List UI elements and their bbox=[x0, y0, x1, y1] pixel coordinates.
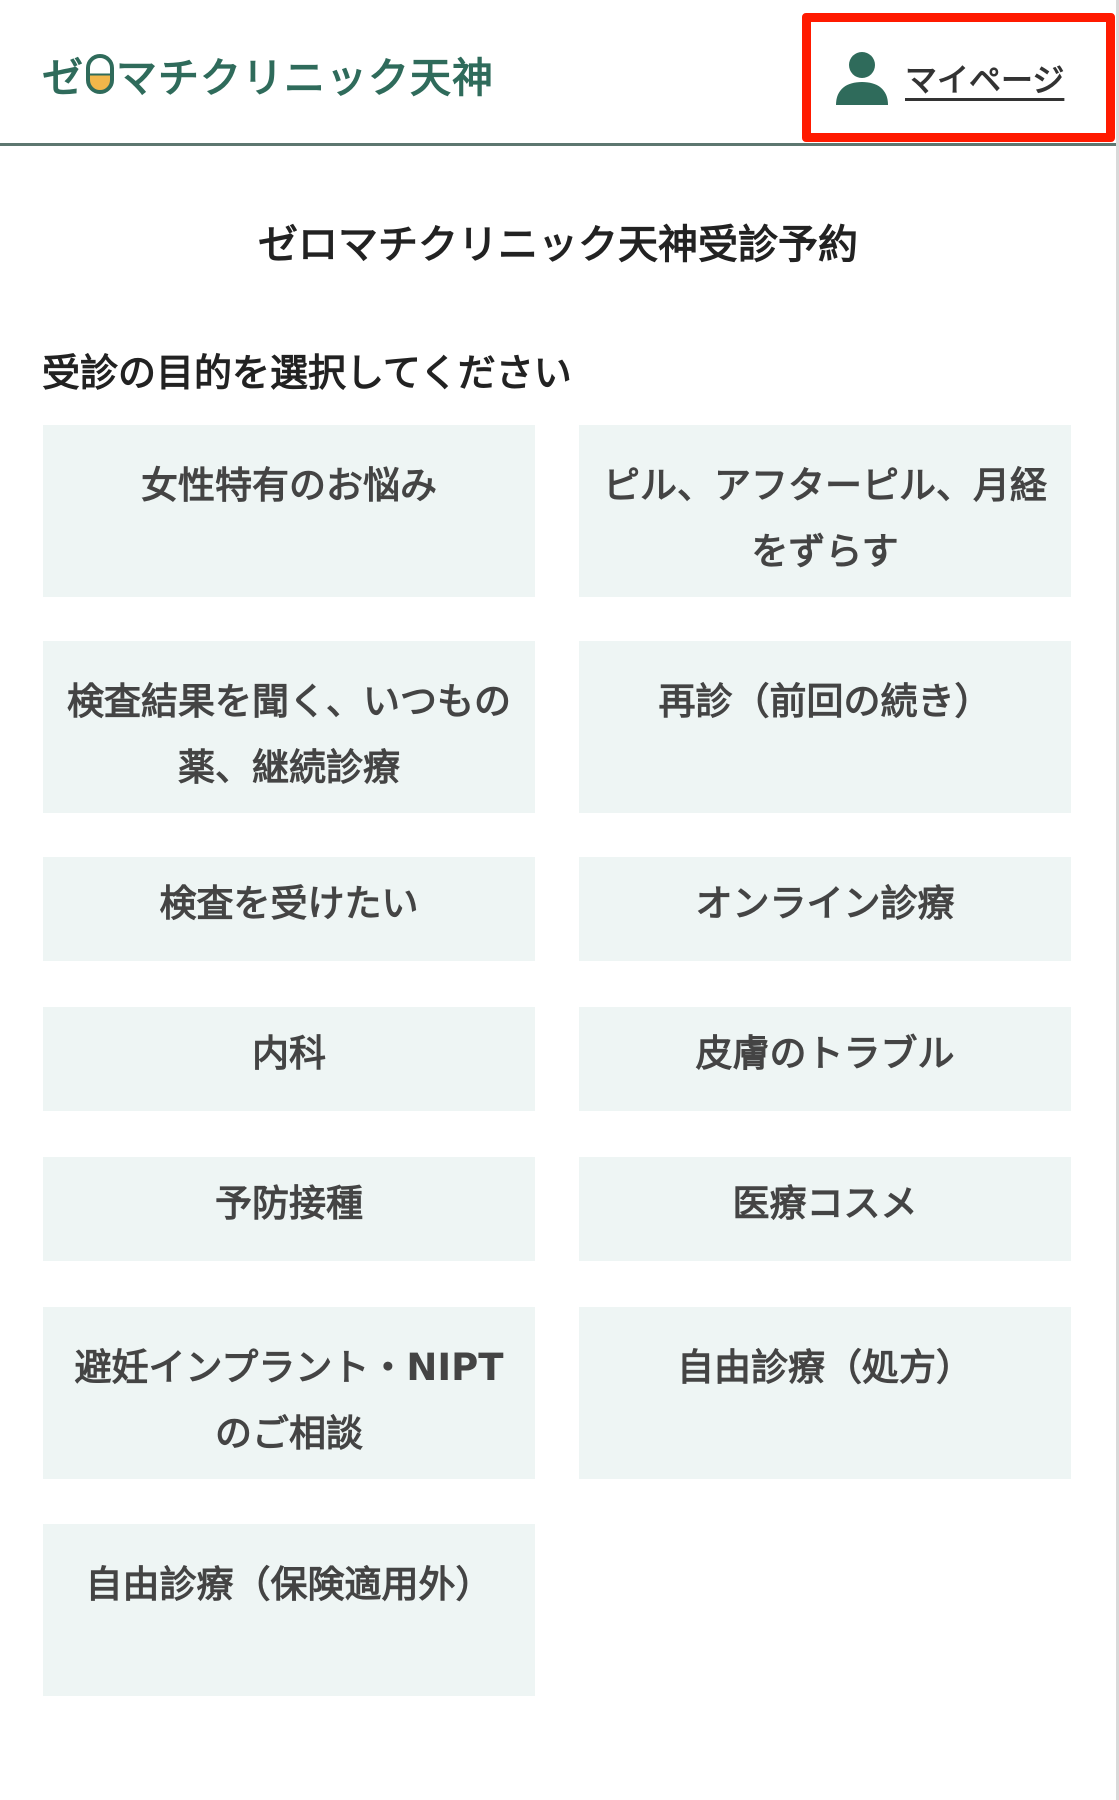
mypage-label: マイページ bbox=[905, 61, 1065, 99]
capsule-logo-icon bbox=[86, 54, 114, 94]
purpose-option-vaccination[interactable]: 予防接種 bbox=[43, 1157, 535, 1261]
clinic-logo[interactable]: ゼ マチクリニック天神 bbox=[42, 44, 494, 104]
purpose-option-test-results[interactable]: 検査結果を聞く、いつもの薬、継続診療 bbox=[43, 641, 535, 813]
purpose-option-revisit[interactable]: 再診（前回の続き） bbox=[579, 641, 1071, 813]
purpose-option-pill[interactable]: ピル、アフターピル、月経をずらす bbox=[579, 425, 1071, 597]
purpose-option-womens-health[interactable]: 女性特有のお悩み bbox=[43, 425, 535, 597]
purpose-option-implant-nipt[interactable]: 避妊インプラント・NIPTのご相談 bbox=[43, 1307, 535, 1479]
purpose-option-medical-cosmetics[interactable]: 医療コスメ bbox=[579, 1157, 1071, 1261]
purpose-option-skin[interactable]: 皮膚のトラブル bbox=[579, 1007, 1071, 1111]
user-icon bbox=[836, 52, 888, 105]
section-heading: 受診の目的を選択してください bbox=[42, 351, 572, 395]
purpose-option-internal-medicine[interactable]: 内科 bbox=[43, 1007, 535, 1111]
site-header: ゼ マチクリニック天神 マイページ bbox=[0, 0, 1116, 146]
mypage-link[interactable]: マイページ bbox=[833, 40, 1064, 116]
purpose-option-online[interactable]: オンライン診療 bbox=[579, 857, 1071, 961]
purpose-option-self-pay-prescription[interactable]: 自由診療（処方） bbox=[579, 1307, 1071, 1479]
purpose-option-testing[interactable]: 検査を受けたい bbox=[43, 857, 535, 961]
logo-text-start: ゼ bbox=[42, 54, 84, 102]
purpose-option-self-pay-uninsured[interactable]: 自由診療（保険適用外） bbox=[43, 1524, 535, 1696]
page-title: ゼロマチクリニック天神受診予約 bbox=[258, 222, 858, 268]
logo-text-end: マチクリニック天神 bbox=[116, 54, 494, 102]
